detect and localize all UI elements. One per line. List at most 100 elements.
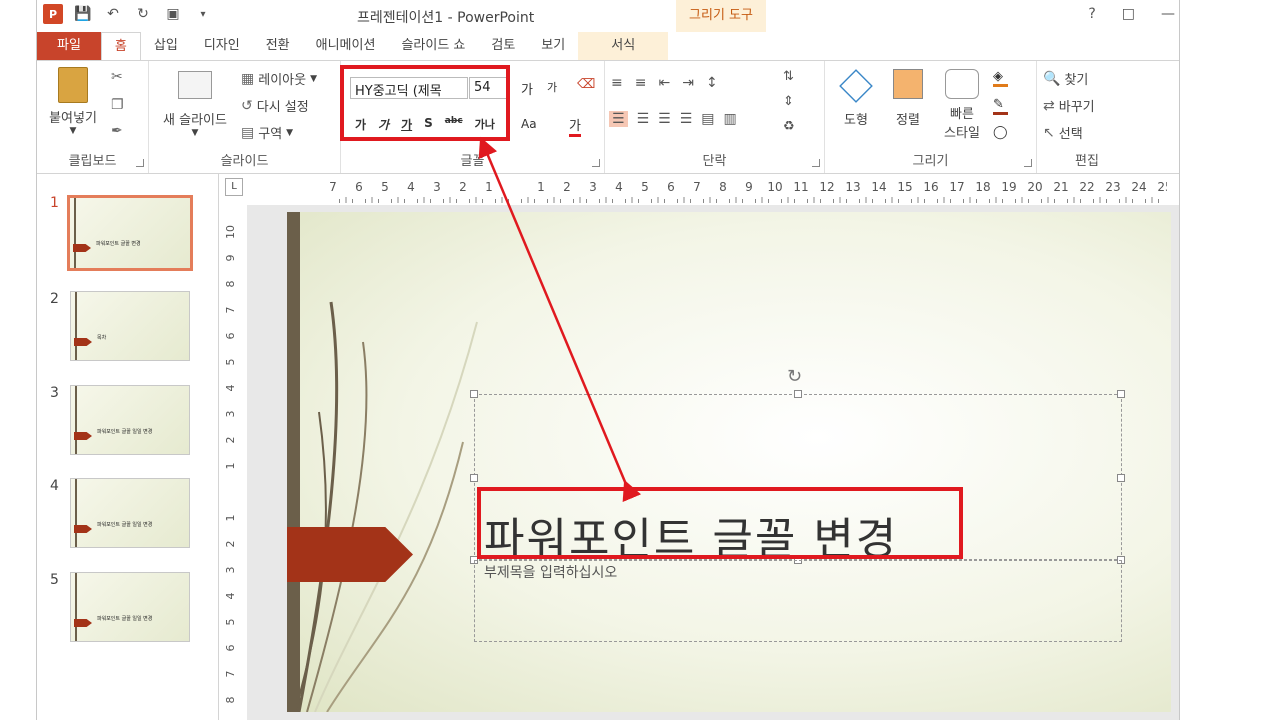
increase-indent-icon[interactable]: ⇥ <box>682 75 694 91</box>
clear-formatting-icon[interactable]: ⌫ <box>577 77 595 92</box>
find-button[interactable]: 🔍 찾기 <box>1043 69 1088 89</box>
tab-review[interactable]: 검토 <box>478 32 528 60</box>
align-right-icon[interactable]: ☰ <box>658 111 671 127</box>
customize-qat-icon[interactable]: ▾ <box>193 4 213 24</box>
chevron-down-icon: ▼ <box>191 128 199 138</box>
resize-handle[interactable] <box>470 474 478 482</box>
cut-icon[interactable]: ✂ <box>111 69 123 85</box>
tab-selector[interactable]: L <box>225 178 243 196</box>
start-slideshow-icon[interactable]: ▣ <box>163 4 183 24</box>
binoculars-icon: 🔍 <box>1043 70 1061 87</box>
section-button[interactable]: ▤ 구역 ▼ <box>241 123 294 143</box>
align-center-icon[interactable]: ☰ <box>637 111 650 127</box>
shape-fill-icon[interactable]: ◈ <box>993 69 1008 87</box>
resize-handle[interactable] <box>470 390 478 398</box>
minimize-icon[interactable]: — <box>1161 6 1175 22</box>
change-case-button[interactable]: Aa <box>521 117 537 131</box>
ruler-tick-label: 5 <box>381 180 389 194</box>
ruler-tick-label: 9 <box>745 180 753 194</box>
numbering-icon[interactable]: ≡ <box>635 75 647 91</box>
help-icon[interactable]: ? <box>1088 6 1095 22</box>
thumb-banner <box>74 525 92 533</box>
ruler-tick-label: 11 <box>793 180 808 194</box>
clipboard-launcher-icon[interactable] <box>136 159 144 167</box>
resize-handle[interactable] <box>794 390 802 398</box>
arrange-button[interactable]: 정렬 <box>883 69 933 128</box>
undo-icon[interactable]: ↶ <box>103 4 123 24</box>
layout-icon: ▦ <box>241 70 255 87</box>
bullets-icon[interactable]: ≡ <box>611 75 623 91</box>
tab-transitions[interactable]: 전환 <box>253 32 303 60</box>
columns-icon[interactable]: ▥ <box>723 111 736 127</box>
shape-outline-icon[interactable]: ✎ <box>993 97 1008 115</box>
distribute-icon[interactable]: ▤ <box>701 111 714 127</box>
ruler-tick-label: 10 <box>767 180 782 194</box>
ruler-tick-label: 21 <box>1053 180 1068 194</box>
grow-font-button[interactable]: 가 <box>521 79 533 98</box>
shape-effects-icon[interactable]: ◯ <box>993 125 1008 140</box>
thumb-banner <box>74 432 92 440</box>
font-color-button[interactable]: 가 <box>569 115 581 137</box>
slide-thumbnail[interactable]: 목차 <box>70 291 190 361</box>
tab-insert[interactable]: 삽입 <box>141 32 191 60</box>
ruler-tick-label: 3 <box>433 180 441 194</box>
ribbon-display-options-icon[interactable]: □ <box>1122 6 1135 22</box>
drawing-launcher-icon[interactable] <box>1024 159 1032 167</box>
resize-handle[interactable] <box>1117 390 1125 398</box>
format-painter-icon[interactable]: ✒ <box>111 123 123 139</box>
layout-button[interactable]: ▦ 레이아웃 ▼ <box>241 69 317 89</box>
ruler-tick-label: 8 <box>719 180 727 194</box>
thumb-bar <box>75 479 77 547</box>
shrink-font-button[interactable]: 가 <box>547 79 557 95</box>
ruler-tick-label: 1 <box>537 180 545 194</box>
tab-slideshow[interactable]: 슬라이드 쇼 <box>388 32 478 60</box>
text-direction-icon[interactable]: ⇅ <box>783 69 795 84</box>
tab-format[interactable]: 서식 <box>578 32 669 60</box>
save-icon[interactable]: 💾 <box>73 4 93 24</box>
convert-smartart-icon[interactable]: ♻ <box>783 119 795 134</box>
align-left-icon[interactable]: ☰ <box>609 111 628 127</box>
slide-number: 1 <box>50 195 59 211</box>
slide-thumbnail[interactable]: 파워포인트 글꼴 일일 변경 <box>70 385 190 455</box>
tab-design[interactable]: 디자인 <box>191 32 253 60</box>
ribbon-tabs: 파일 홈 삽입 디자인 전환 애니메이션 슬라이드 쇼 검토 보기 서식 <box>37 32 1179 60</box>
slide-number: 2 <box>50 291 59 307</box>
tab-home[interactable]: 홈 <box>100 32 141 60</box>
ruler-tick-label: 5 <box>224 619 237 626</box>
tab-view[interactable]: 보기 <box>528 32 578 60</box>
paste-label: 붙여넣기 <box>49 111 97 126</box>
quick-styles-button[interactable]: 빠른 스타일 <box>935 69 989 141</box>
font-highlight-box <box>340 65 510 141</box>
rotate-handle-icon[interactable]: ↻ <box>787 366 802 387</box>
paste-button[interactable]: 붙여넣기 ▼ <box>41 67 105 136</box>
align-text-icon[interactable]: ⇕ <box>783 94 795 109</box>
ruler-tick-label: 2 <box>224 541 237 548</box>
copy-icon[interactable]: ❐ <box>111 97 124 113</box>
ruler-tick-label: 6 <box>224 645 237 652</box>
window-controls: ? □ — <box>1088 6 1175 22</box>
tab-animations[interactable]: 애니메이션 <box>303 32 389 60</box>
shapes-label: 도형 <box>844 113 868 128</box>
slide-thumbnail[interactable]: 파워포인트 글꼴 변경 <box>67 195 193 271</box>
select-button[interactable]: ↖ 선택 <box>1043 123 1083 143</box>
chevron-down-icon: ▼ <box>310 73 317 84</box>
tab-file[interactable]: 파일 <box>37 32 101 60</box>
decrease-indent-icon[interactable]: ⇤ <box>658 75 670 91</box>
slide-thumbnail[interactable]: 파워포인트 글꼴 일일 변경 <box>70 572 190 642</box>
ruler-tick-label: 19 <box>1001 180 1016 194</box>
paragraph-launcher-icon[interactable] <box>812 159 820 167</box>
shapes-button[interactable]: 도형 <box>831 69 881 128</box>
replace-button[interactable]: ⇄ 바꾸기 <box>1043 96 1095 116</box>
resize-handle[interactable] <box>1117 474 1125 482</box>
line-spacing-icon[interactable]: ↕ <box>706 75 718 91</box>
new-slide-button[interactable]: 새 슬라이드 ▼ <box>153 71 237 138</box>
redo-icon[interactable]: ↻ <box>133 4 153 24</box>
slide-subtitle-text[interactable]: 부제목을 입력하십시오 <box>484 562 617 582</box>
slide-canvas[interactable]: ↻ 파워포인트 글꼴 변경 부제목을 입력하십시오 <box>287 212 1171 712</box>
chevron-down-icon: ▼ <box>286 127 294 138</box>
slides-group: 새 슬라이드 ▼ ▦ 레이아웃 ▼ ↺ 다시 설정 ▤ 구역 ▼ 슬라이드 <box>149 61 341 173</box>
slide-thumbnail[interactable]: 파워포인트 글꼴 일일 변경 <box>70 478 190 548</box>
font-launcher-icon[interactable] <box>592 159 600 167</box>
justify-icon[interactable]: ☰ <box>680 111 693 127</box>
reset-button[interactable]: ↺ 다시 설정 <box>241 96 309 116</box>
